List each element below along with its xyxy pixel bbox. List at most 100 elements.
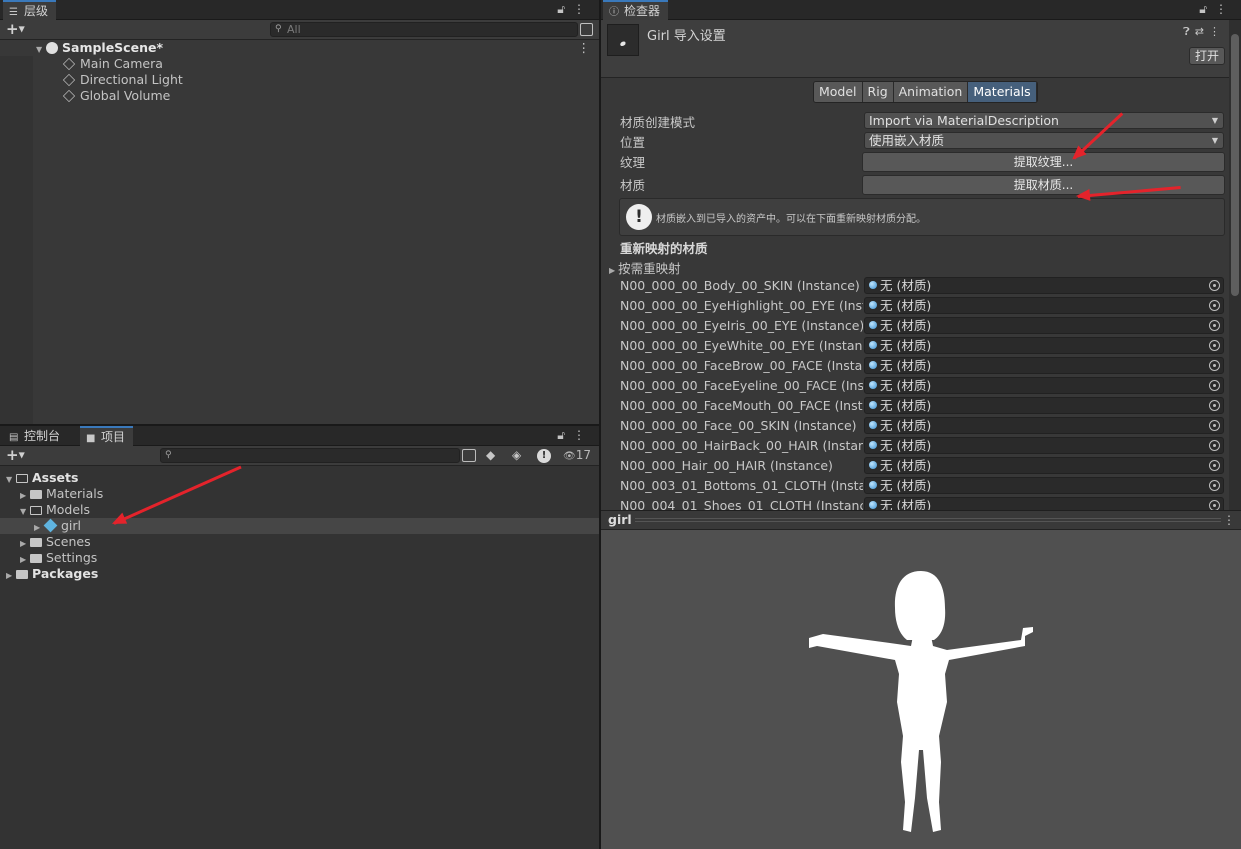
tree-item-materials[interactable]: ▶ Materials <box>0 486 599 502</box>
location-dropdown[interactable]: 使用嵌入材质 ▼ <box>864 132 1224 149</box>
scene-row[interactable]: ▼ SampleScene* ⋮ <box>0 40 599 56</box>
on-demand-remap-foldout[interactable]: ▶ 按需重映射 <box>609 258 681 277</box>
log-filter-icon[interactable]: ! <box>537 449 551 463</box>
tree-item-settings[interactable]: ▶ Settings <box>0 550 599 566</box>
material-sphere-icon <box>869 441 877 449</box>
extract-textures-button[interactable]: 提取纹理... <box>862 152 1225 172</box>
object-picker-icon[interactable] <box>1209 340 1220 351</box>
gameobject-icon <box>62 57 76 71</box>
object-picker-icon[interactable] <box>1209 440 1220 451</box>
remap-material-name: N00_000_00_HairBack_00_HAIR (Instance) <box>620 438 863 453</box>
object-picker-icon[interactable] <box>1209 380 1220 391</box>
object-picker-icon[interactable] <box>1209 400 1220 411</box>
material-object-field[interactable]: 无 (材质) <box>864 317 1224 334</box>
folder-open-icon <box>30 506 42 515</box>
help-icon[interactable]: ❓︎ <box>1183 25 1195 38</box>
material-sphere-icon <box>869 501 877 509</box>
remap-row: N00_000_00_EyeIris_00_EYE (Instance) 无 (材… <box>601 316 1241 336</box>
material-sphere-icon <box>869 301 877 309</box>
hidden-packages-count[interactable]: 👁︎17 <box>563 448 591 462</box>
material-object-field[interactable]: 无 (材质) <box>864 397 1224 414</box>
tab-model[interactable]: Model <box>814 82 863 102</box>
tab-hierarchy[interactable]: ☰ 层级 <box>3 0 57 20</box>
none-material-value: 无 (材质) <box>880 458 932 473</box>
none-material-value: 无 (材质) <box>880 398 932 413</box>
tab-console[interactable]: ▤ 控制台 <box>3 426 68 446</box>
filter-by-type-icon[interactable]: ◆ <box>486 448 495 462</box>
material-object-field[interactable]: 无 (材质) <box>864 357 1224 374</box>
remap-material-name: N00_004_01_Shoes_01_CLOTH (Instance) <box>620 498 863 510</box>
model-silhouette[interactable] <box>601 530 1241 849</box>
material-object-field[interactable]: 无 (材质) <box>864 377 1224 394</box>
folder-icon <box>30 538 42 547</box>
remap-row: N00_000_00_Body_00_SKIN (Instance) 无 (材质) <box>601 276 1241 296</box>
filter-by-label-icon[interactable]: ◈ <box>512 448 521 462</box>
object-picker-icon[interactable] <box>1209 460 1220 471</box>
object-picker-icon[interactable] <box>1209 420 1220 431</box>
create-asset-button[interactable]: +▼ <box>6 446 25 465</box>
hierarchy-item-directional-light[interactable]: Directional Light <box>0 72 599 88</box>
open-button[interactable]: 打开 <box>1189 47 1225 65</box>
remap-row: N00_000_00_FaceMouth_00_FACE (Instance) 无… <box>601 396 1241 416</box>
remap-row: N00_000_00_EyeHighlight_00_EYE (Instance… <box>601 296 1241 316</box>
remap-material-name: N00_000_00_Face_00_SKIN (Instance) <box>620 418 857 433</box>
preview-header: girl ⋮ <box>601 510 1241 530</box>
collapsed-arrow-icon[interactable]: ▶ <box>6 568 16 584</box>
console-icon: ▤ <box>9 432 19 443</box>
preview-drag-handle[interactable] <box>635 518 1221 522</box>
add-object-button[interactable]: +▼ <box>6 20 25 39</box>
hierarchy-item-global-volume[interactable]: Global Volume <box>0 88 599 104</box>
more-menu-icon[interactable]: ⋮ <box>1209 25 1225 38</box>
object-picker-icon[interactable] <box>1209 280 1220 291</box>
material-sphere-icon <box>869 281 877 289</box>
more-menu-icon[interactable]: ⋮ <box>573 428 593 442</box>
none-material-value: 无 (材质) <box>880 418 932 433</box>
preset-icon[interactable]: ⇄ <box>1195 25 1209 38</box>
scene-menu-icon[interactable]: ⋮ <box>578 40 591 56</box>
material-object-field[interactable]: 无 (材质) <box>864 337 1224 354</box>
object-picker-icon[interactable] <box>1209 360 1220 371</box>
scene-visibility-icon[interactable] <box>580 23 593 36</box>
object-picker-icon[interactable] <box>1209 500 1220 510</box>
tab-inspector[interactable]: ⓘ 检查器 <box>603 0 669 20</box>
project-search-input[interactable]: ⚲ <box>160 448 460 463</box>
material-object-field[interactable]: 无 (材质) <box>864 497 1224 510</box>
tab-project[interactable]: ■ 项目 <box>80 426 134 446</box>
material-object-field[interactable]: 无 (材质) <box>864 477 1224 494</box>
tree-item-models[interactable]: ▼ Models <box>0 502 599 518</box>
tree-item-girl[interactable]: ▶ girl <box>0 518 599 534</box>
inspector-scrollbar[interactable] <box>1229 20 1241 510</box>
material-object-field[interactable]: 无 (材质) <box>864 277 1224 294</box>
model-thumbnail: 𝅘 <box>607 24 639 56</box>
material-object-field[interactable]: 无 (材质) <box>864 417 1224 434</box>
material-sphere-icon <box>869 461 877 469</box>
lock-icon[interactable]: 🔓︎ <box>557 2 573 16</box>
object-picker-icon[interactable] <box>1209 480 1220 491</box>
hierarchy-search-input[interactable]: ⚲ All <box>270 22 578 37</box>
object-picker-icon[interactable] <box>1209 300 1220 311</box>
tab-rig[interactable]: Rig <box>862 82 894 102</box>
lock-icon[interactable]: 🔓︎ <box>557 428 573 442</box>
material-object-field[interactable]: 无 (材质) <box>864 437 1224 454</box>
tree-item-scenes[interactable]: ▶ Scenes <box>0 534 599 550</box>
search-icon: ⚲ <box>275 24 282 34</box>
more-menu-icon[interactable]: ⋮ <box>1215 2 1235 16</box>
material-sphere-icon <box>869 321 877 329</box>
tab-materials[interactable]: Materials <box>968 82 1037 102</box>
material-object-field[interactable]: 无 (材质) <box>864 457 1224 474</box>
object-picker-icon[interactable] <box>1209 320 1220 331</box>
material-creation-mode-dropdown[interactable]: Import via MaterialDescription ▼ <box>864 112 1224 129</box>
search-by-type-icon[interactable] <box>462 449 476 462</box>
inspector-scroll-thumb[interactable] <box>1231 34 1239 296</box>
tab-animation[interactable]: Animation <box>893 82 969 102</box>
material-object-field[interactable]: 无 (材质) <box>864 297 1224 314</box>
more-menu-icon[interactable]: ⋮ <box>1223 513 1235 527</box>
textures-label: 纹理 <box>620 155 646 170</box>
extract-materials-button[interactable]: 提取材质... <box>862 175 1225 195</box>
hierarchy-item-main-camera[interactable]: Main Camera <box>0 56 599 72</box>
lock-icon[interactable]: 🔓︎ <box>1199 2 1215 16</box>
more-menu-icon[interactable]: ⋮ <box>573 2 593 16</box>
tree-item-assets[interactable]: ▼ Assets <box>0 470 599 486</box>
tree-item-packages[interactable]: ▶ Packages <box>0 566 599 582</box>
eye-icon: 👁︎ <box>563 451 576 462</box>
